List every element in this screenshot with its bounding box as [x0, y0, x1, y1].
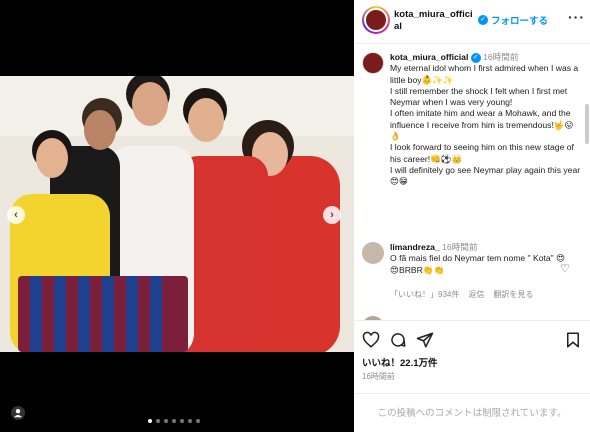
group-photo-illustration	[0, 76, 354, 352]
carousel-dot	[164, 419, 168, 423]
bookmark-icon[interactable]	[564, 331, 582, 349]
carousel-next-button[interactable]: ›	[323, 206, 341, 224]
post-header: kota_miura_official ✓ フォローする ···	[354, 0, 590, 44]
carousel-dot	[156, 419, 160, 423]
comment-text: O fã mais fiel do Neymar tem nome " Kota…	[390, 253, 566, 275]
comment-reply-button[interactable]: 返信	[468, 289, 484, 300]
post-actions: いいね！22.1万件 16時間前 この投稿へのコメントは制限されています。	[354, 320, 590, 432]
post-caption: kota_miura_official ✓ 16時間前 My eternal i…	[390, 52, 582, 188]
share-icon[interactable]	[416, 331, 434, 349]
verified-badge-icon: ✓	[478, 15, 488, 25]
caption-line: My eternal idol whom I first admired whe…	[390, 63, 579, 85]
post-side-panel: kota_miura_official ✓ フォローする ··· kota_mi…	[354, 0, 590, 432]
carousel-dot	[188, 419, 192, 423]
comment-icon[interactable]	[389, 331, 407, 349]
comment-time: 16時間前	[442, 242, 478, 252]
comment-item: limandreza_ 16時間前 O fã mais fiel do Neym…	[390, 242, 570, 276]
comments-scroll-area[interactable]: kota_miura_official ✓ 16時間前 My eternal i…	[354, 44, 590, 320]
comment-username[interactable]: limandreza_	[390, 242, 440, 252]
caption-line: I will definitely go see Neymar play aga…	[390, 164, 581, 187]
verified-badge-icon: ✓	[470, 52, 481, 63]
post-timestamp: 16時間前	[362, 372, 395, 381]
follow-button[interactable]: フォローする	[491, 13, 548, 27]
commenter-avatar[interactable]	[362, 242, 384, 264]
carousel-dot	[180, 419, 184, 423]
comment-like-heart-icon[interactable]: ♡	[560, 262, 570, 275]
heart-icon[interactable]	[362, 331, 380, 349]
author-avatar[interactable]	[362, 6, 390, 34]
author-username[interactable]: kota_miura_official	[394, 9, 476, 33]
comments-restricted-notice: この投稿へのコメントは制限されています。	[354, 393, 590, 432]
likes-count[interactable]: いいね！22.1万件	[362, 355, 438, 369]
caption-username[interactable]: kota_miura_official	[390, 52, 468, 62]
scrollbar[interactable]	[585, 104, 589, 144]
caption-line: I look forward to seeing him on this new…	[390, 142, 574, 164]
carousel-dot	[172, 419, 176, 423]
more-options-icon[interactable]: ···	[568, 9, 585, 25]
comment-translate-button[interactable]: 翻訳を見る	[493, 289, 533, 300]
carousel-indicator	[148, 419, 200, 423]
carousel-dot	[148, 419, 152, 423]
carousel-prev-button[interactable]: ‹	[7, 206, 25, 224]
carousel-dot	[196, 419, 200, 423]
user-tag-icon[interactable]	[11, 406, 25, 420]
caption-line: I often imitate him and wear a Mohawk, a…	[390, 108, 574, 142]
caption-line: I still remember the shock I felt when I…	[390, 85, 568, 108]
post-media: ‹ ›	[0, 0, 354, 432]
caption-author-avatar[interactable]	[362, 52, 384, 74]
comment-meta: 「いいね！」934件 返信 翻訳を見る	[390, 289, 533, 300]
comment-likes-count[interactable]: 「いいね！」934件	[390, 289, 459, 300]
caption-time: 16時間前	[483, 52, 519, 62]
post-photo[interactable]	[0, 76, 354, 352]
